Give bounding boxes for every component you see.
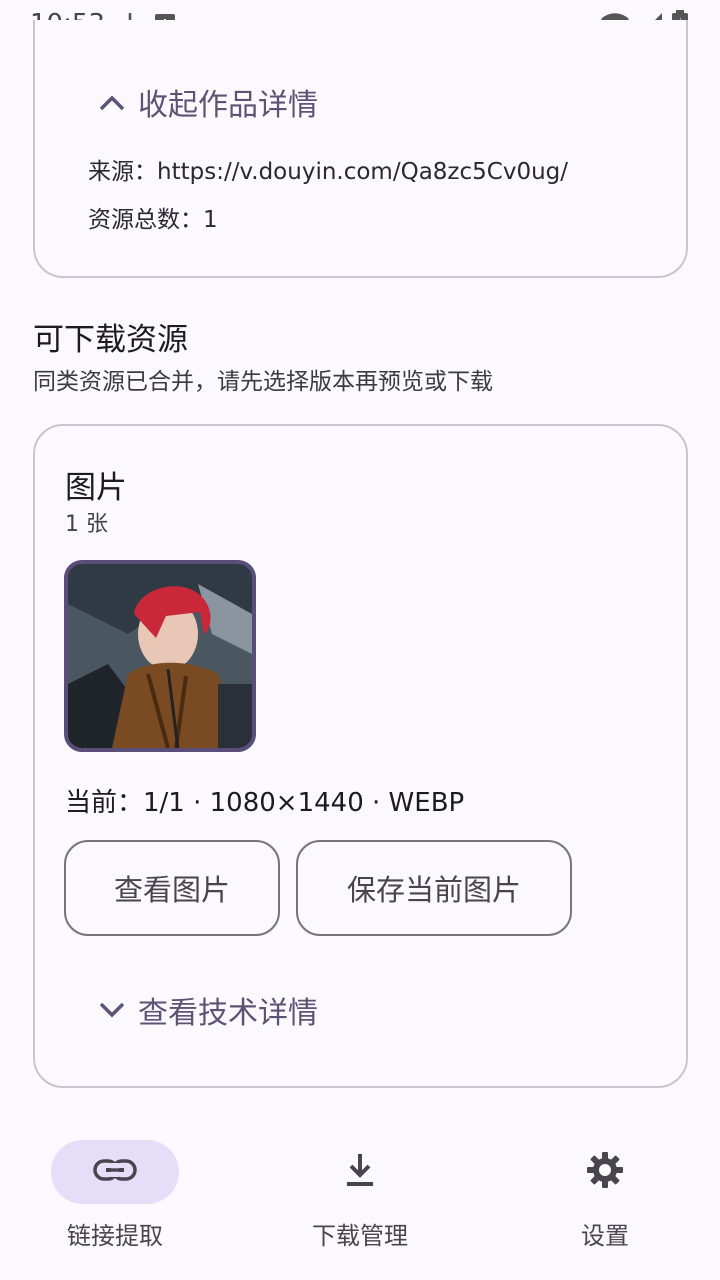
save-current-image-button[interactable]: 保存当前图片 [296, 840, 572, 936]
collapse-details-button[interactable]: 收起作品详情 [98, 82, 318, 123]
chevron-up-icon [98, 85, 126, 120]
gear-icon [585, 1150, 625, 1194]
downloadable-subtitle: 同类资源已合并，请先选择版本再预览或下载 [33, 369, 493, 395]
nav-label-settings: 设置 [581, 1222, 629, 1250]
current-image-info: 当前：1/1 · 1080×1440 · WEBP [65, 788, 465, 818]
downloadable-title: 可下载资源 [33, 322, 188, 358]
image-resource-card [33, 424, 688, 1088]
image-thumbnail[interactable] [64, 560, 256, 752]
nav-label-link-extract: 链接提取 [67, 1222, 163, 1250]
chevron-down-icon [98, 993, 126, 1028]
link-icon [93, 1158, 137, 1186]
resource-total-text: 资源总数：1 [88, 207, 218, 233]
image-group-title: 图片 [65, 470, 127, 506]
tech-details-toggle[interactable]: 查看技术详情 [98, 990, 318, 1031]
collapse-details-label: 收起作品详情 [138, 88, 318, 123]
work-details-card [33, 20, 688, 278]
nav-pill [296, 1140, 424, 1204]
nav-pill-active [51, 1140, 179, 1204]
nav-item-download-manager[interactable]: 下载管理 [280, 1140, 440, 1260]
image-count: 1 张 [65, 512, 108, 537]
view-image-button[interactable]: 查看图片 [64, 840, 280, 936]
nav-item-settings[interactable]: 设置 [525, 1140, 685, 1260]
nav-pill [541, 1140, 669, 1204]
nav-item-link-extract[interactable]: 链接提取 [35, 1140, 195, 1260]
download-icon [344, 1152, 376, 1192]
nav-label-download-manager: 下载管理 [312, 1222, 408, 1250]
source-url-text: 来源：https://v.douyin.com/Qa8zc5Cv0ug/ [88, 159, 569, 185]
tech-details-label: 查看技术详情 [138, 996, 318, 1031]
